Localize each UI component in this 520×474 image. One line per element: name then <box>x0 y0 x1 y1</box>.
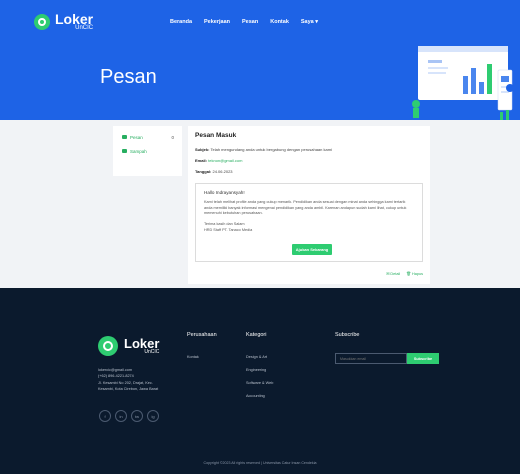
message-sidebar: Pesan 0 Sampah <box>113 126 182 176</box>
footer-col-perusahaan: Perusahaan Kontak <box>187 332 217 368</box>
footer-col-title: Perusahaan <box>187 332 217 338</box>
nav-saya[interactable]: Saya ▾ <box>301 19 318 25</box>
message-heading: Pesan Masuk <box>195 132 237 139</box>
instagram-icon[interactable]: ig <box>147 410 159 422</box>
footer-brand-logo[interactable]: Loker UnCIC <box>98 336 159 356</box>
sidebar-item-label: Pesan <box>130 134 143 140</box>
nav-pekerjaan[interactable]: Pekerjaan <box>204 19 230 25</box>
message-card: Pesan Masuk Subjek: Telah mengundang and… <box>188 126 430 284</box>
logo-icon <box>98 336 118 356</box>
message-email: Email: teknon@gmail.com <box>195 158 243 163</box>
footer-contact-info: lokercic@gmail.com (+62) 896-4221-8274 J… <box>98 367 158 393</box>
main-nav: Beranda Pekerjaan Pesan Kontak Saya ▾ <box>170 19 330 25</box>
site-footer: Loker UnCIC lokercic@gmail.com (+62) 896… <box>0 288 520 474</box>
social-links: f in tw ig <box>99 410 159 422</box>
brand-name: Loker <box>55 11 94 27</box>
email-link[interactable]: teknon@gmail.com <box>208 158 242 163</box>
analytics-illustration-icon <box>412 46 514 120</box>
sidebar-item-sampah[interactable]: Sampah <box>113 144 182 158</box>
footer-link-design[interactable]: Design & Art <box>246 355 273 359</box>
linkedin-icon[interactable]: in <box>115 410 127 422</box>
main-content: Pesan 0 Sampah Pesan Masuk Subjek: Telah… <box>0 120 520 288</box>
footer-address-2: Kesambi, Kota Cirebon, Jawa Barat <box>98 387 159 392</box>
message-signer: HRD Staff PT. Tanaco Media <box>204 227 253 232</box>
message-actions: ✉ Detail 🗑 Hapus <box>386 271 423 276</box>
detail-button[interactable]: ✉ Detail <box>386 271 400 276</box>
facebook-icon[interactable]: f <box>99 410 111 422</box>
nav-beranda[interactable]: Beranda <box>170 19 192 25</box>
page-title: Pesan <box>100 66 157 88</box>
subscribe-form: Subscribe <box>335 353 439 364</box>
message-date: Tanggal: 24.06.2023 <box>195 169 233 174</box>
subscribe-button[interactable]: Subscribe <box>407 353 439 364</box>
delete-button[interactable]: 🗑 Hapus <box>406 271 423 276</box>
brand-logo[interactable]: Loker UnCIC <box>34 12 93 31</box>
inbox-icon <box>122 135 127 139</box>
sidebar-item-pesan[interactable]: Pesan 0 <box>113 130 182 144</box>
logo-icon <box>34 13 50 30</box>
footer-link-kontak[interactable]: Kontak <box>187 355 217 359</box>
footer-link-accounting[interactable]: Accounting <box>246 394 273 398</box>
footer-col-title: Subscribe <box>335 332 360 338</box>
footer-link-engineering[interactable]: Engineering <box>246 368 273 372</box>
subscribe-email-input[interactable] <box>335 353 407 364</box>
nav-kontak[interactable]: Kontak <box>270 19 289 25</box>
twitter-icon[interactable]: tw <box>131 410 143 422</box>
footer-col-subscribe: Subscribe <box>335 332 359 355</box>
message-body: Kami telah melihat profile anda yang cuk… <box>204 199 407 216</box>
hero-banner: Loker UnCIC Beranda Pekerjaan Pesan Kont… <box>0 0 520 120</box>
copyright-text: Copyright ©2023 All rights reserved | Un… <box>203 461 317 465</box>
trash-icon <box>122 149 127 153</box>
apply-button[interactable]: Ajukan Sekarang <box>292 244 332 255</box>
message-greeting: Hallo Indrayansyah! <box>204 190 245 195</box>
sidebar-item-label: Sampah <box>130 148 147 154</box>
sidebar-item-count: 0 <box>171 134 174 140</box>
nav-pesan[interactable]: Pesan <box>242 19 258 25</box>
footer-link-software[interactable]: Software & Web <box>246 381 273 385</box>
message-subject: Subjek: Telah mengundang anda untuk berg… <box>195 147 332 152</box>
footer-col-kategori: Kategori Design & Art Engineering Softwa… <box>246 332 273 407</box>
footer-col-title: Kategori <box>246 332 267 338</box>
message-body-box: Hallo Indrayansyah! Kami telah melihat p… <box>195 183 423 262</box>
